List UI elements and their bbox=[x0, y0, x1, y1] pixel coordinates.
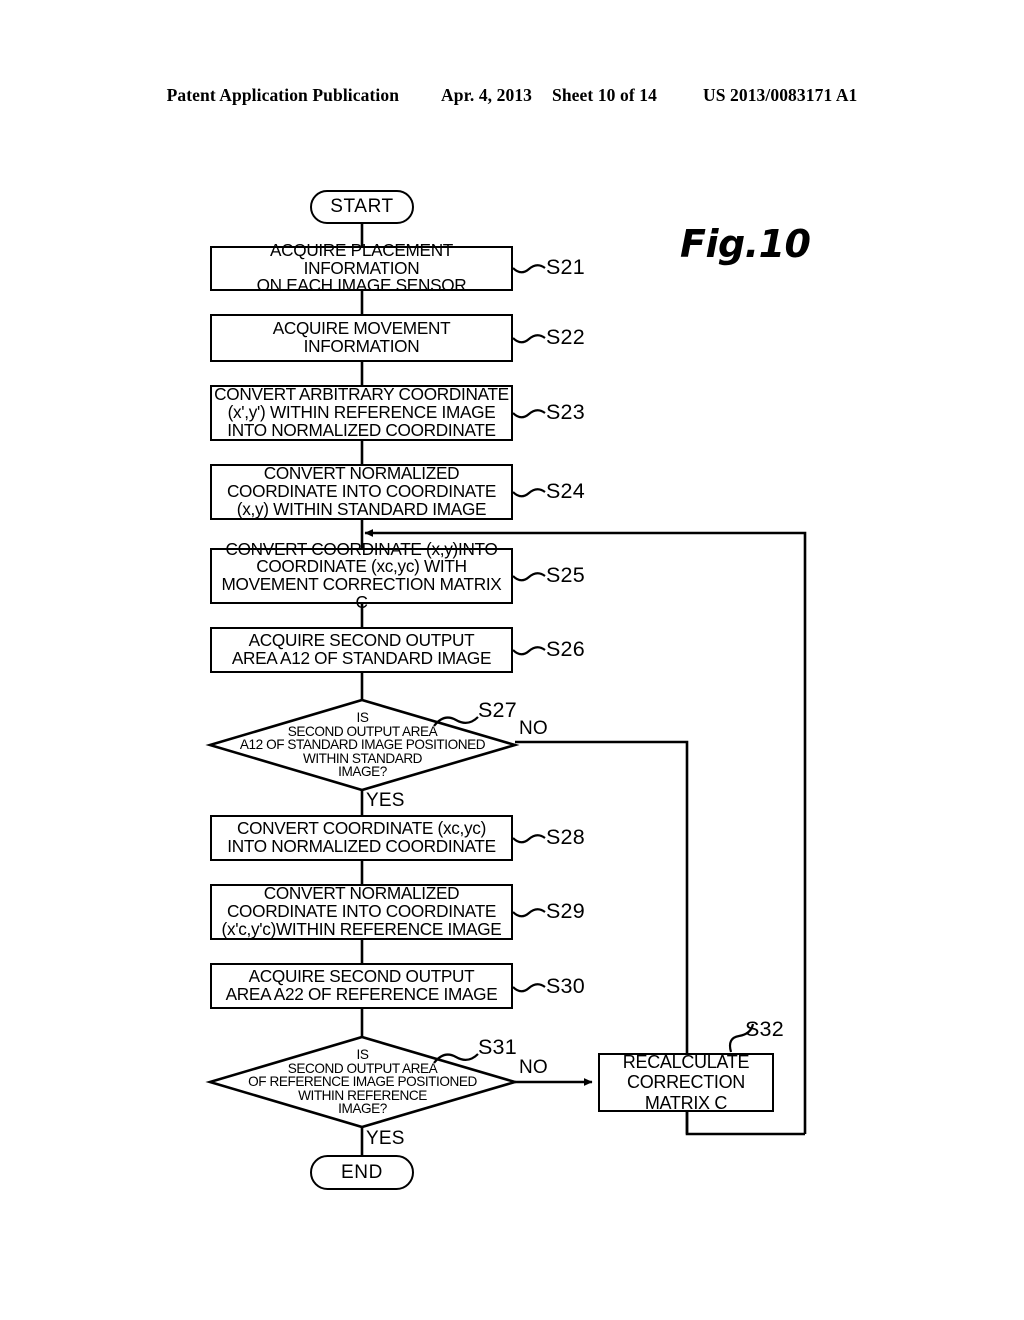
terminator-start: START bbox=[310, 190, 414, 224]
process-box-s21: ACQUIRE PLACEMENT INFORMATION ON EACH IM… bbox=[210, 241, 513, 294]
leader-s30 bbox=[512, 983, 546, 993]
header-sheet: Sheet 10 of 14 bbox=[552, 85, 657, 105]
s23-line-3: INTO NORMALIZED COORDINATE bbox=[227, 419, 496, 440]
header-patent-number: US 2013/0083171 A1 bbox=[702, 85, 858, 105]
branch-label-s31-yes: YES bbox=[366, 1128, 405, 1149]
s31-line-2: SECOND OUTPUT AREA bbox=[287, 1060, 438, 1076]
process-box-s28: CONVERT COORDINATE (xc,yc) INTO NORMALIZ… bbox=[210, 815, 513, 861]
step-ref-s22: S22 bbox=[546, 325, 585, 349]
step-ref-s32: S32 bbox=[745, 1017, 784, 1041]
figure-label: Fig.10 bbox=[680, 222, 811, 266]
process-box-s24: CONVERT NORMALIZED COORDINATE INTO COORD… bbox=[210, 464, 513, 520]
process-box-s26: ACQUIRE SECOND OUTPUT AREA A12 OF STANDA… bbox=[210, 627, 513, 673]
page-header: Patent Application Publication Apr. 4, 20… bbox=[0, 85, 1024, 106]
step-ref-s26: S26 bbox=[546, 637, 585, 661]
wire-s32-out bbox=[685, 1112, 805, 1136]
header-date: Apr. 4, 2013 bbox=[441, 85, 533, 105]
terminator-end: END bbox=[310, 1155, 414, 1190]
leader-s28 bbox=[512, 834, 546, 844]
s31-line-4: WITHIN REFERENCE bbox=[298, 1087, 427, 1103]
s31-line-3: OF REFERENCE IMAGE POSITIONED bbox=[248, 1074, 477, 1090]
process-box-s32: RECALCULATE CORRECTION MATRIX C bbox=[598, 1052, 774, 1113]
step-ref-s24: S24 bbox=[546, 479, 585, 503]
s27-line-5: IMAGE? bbox=[338, 764, 387, 780]
step-ref-s28: S28 bbox=[546, 825, 585, 849]
process-box-s22: ACQUIRE MOVEMENT INFORMATION bbox=[210, 314, 513, 362]
leader-s29 bbox=[512, 908, 546, 918]
s32-line-1: RECALCULATE bbox=[622, 1052, 750, 1073]
branch-label-s27-no: NO bbox=[519, 718, 548, 739]
branch-label-s27-yes: YES bbox=[366, 790, 405, 811]
leader-s21 bbox=[512, 264, 546, 274]
s22-line-2: INFORMATION bbox=[303, 336, 420, 356]
branch-label-s31-no: NO bbox=[519, 1057, 548, 1078]
leader-s23 bbox=[512, 409, 546, 419]
process-box-s23: CONVERT ARBITRARY COORDINATE (x',y') WIT… bbox=[210, 385, 513, 441]
leader-s25 bbox=[512, 572, 546, 582]
s21-line-1: ACQUIRE PLACEMENT INFORMATION bbox=[269, 239, 454, 278]
s27-line-1: IS bbox=[356, 710, 369, 726]
step-ref-s30: S30 bbox=[546, 974, 585, 998]
s21-line-2: ON EACH IMAGE SENSOR bbox=[256, 275, 467, 296]
start-label: START bbox=[330, 196, 394, 217]
s27-line-2: SECOND OUTPUT AREA bbox=[287, 723, 438, 739]
s30-line-2: AREA A22 OF REFERENCE IMAGE bbox=[225, 984, 498, 1004]
process-box-s25: CONVERT COORDINATE (x,y)INTO COORDINATE … bbox=[210, 540, 513, 611]
decision-s31: IS SECOND OUTPUT AREA OF REFERENCE IMAGE… bbox=[210, 1037, 515, 1127]
decision-s27: IS SECOND OUTPUT AREA A12 OF STANDARD IM… bbox=[210, 700, 515, 790]
s27-line-3: A12 OF STANDARD IMAGE POSITIONED bbox=[239, 737, 486, 753]
s25-line-3: MOVEMENT CORRECTION MATRIX C bbox=[221, 574, 502, 612]
s24-line-3: (x,y) WITHIN STANDARD IMAGE bbox=[236, 498, 487, 519]
leader-s24 bbox=[512, 488, 546, 498]
s32-line-2: CORRECTION bbox=[627, 1072, 745, 1093]
s29-line-3: (x'c,y'c)WITHIN REFERENCE IMAGE bbox=[221, 918, 502, 939]
s28-line-2: INTO NORMALIZED COORDINATE bbox=[227, 836, 496, 856]
leader-s26 bbox=[512, 646, 546, 656]
s31-line-1: IS bbox=[356, 1047, 369, 1063]
leader-s22 bbox=[512, 334, 546, 344]
header-publication: Patent Application Publication bbox=[166, 85, 400, 105]
step-ref-s21: S21 bbox=[546, 255, 585, 279]
process-box-s30: ACQUIRE SECOND OUTPUT AREA A22 OF REFERE… bbox=[210, 963, 513, 1009]
s27-line-4: WITHIN STANDARD bbox=[302, 750, 423, 766]
s26-line-2: AREA A12 OF STANDARD IMAGE bbox=[231, 648, 492, 668]
process-box-s29: CONVERT NORMALIZED COORDINATE INTO COORD… bbox=[210, 884, 513, 940]
step-ref-s29: S29 bbox=[546, 899, 585, 923]
s31-line-5: IMAGE? bbox=[338, 1101, 387, 1117]
step-ref-s25: S25 bbox=[546, 563, 585, 587]
step-ref-s23: S23 bbox=[546, 400, 585, 424]
s32-line-3: MATRIX C bbox=[644, 1092, 728, 1113]
end-label: END bbox=[341, 1161, 383, 1183]
